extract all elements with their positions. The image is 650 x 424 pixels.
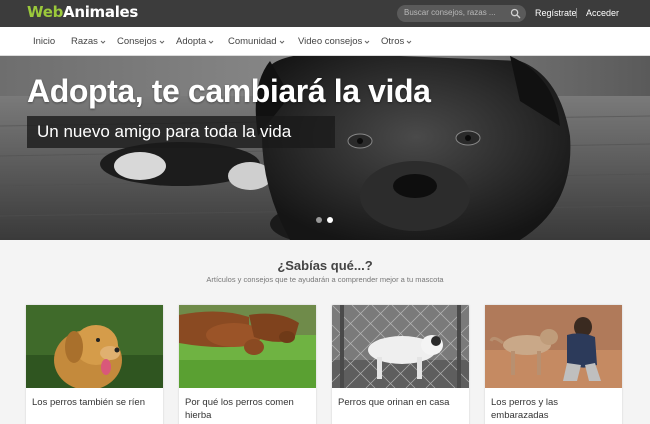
carousel-dots: [316, 217, 333, 223]
nav-label: Otros: [381, 36, 405, 47]
nav-item-consejos[interactable]: Consejos: [117, 36, 165, 47]
hero-title: Adopta, te cambiará la vida: [27, 73, 431, 109]
hero-subtitle: Un nuevo amigo para toda la vida: [37, 122, 292, 141]
nav-item-inicio[interactable]: Inicio: [33, 36, 55, 47]
chevron-down-icon: [159, 40, 164, 44]
nav-item-razas[interactable]: Razas: [71, 36, 106, 47]
card-title[interactable]: Los perros y las embarazadas: [491, 397, 617, 422]
main-nav: Inicio Razas Consejos Adopta Comunidad V…: [0, 27, 650, 56]
card-image-dog-pregnant-woman[interactable]: [485, 305, 622, 388]
carousel-dot-1[interactable]: [316, 217, 322, 223]
article-card[interactable]: Por qué los perros comen hierba: [179, 305, 316, 424]
chevron-down-icon: [364, 40, 370, 44]
register-link[interactable]: Regístrate: [535, 8, 577, 18]
article-card[interactable]: Perros que orinan en casa: [332, 305, 469, 424]
card-image-dogs-eating-grass[interactable]: [179, 305, 316, 388]
search-placeholder: Buscar consejos, razas ...: [404, 8, 496, 17]
chevron-down-icon: [100, 40, 106, 44]
hero-subtitle-box: Un nuevo amigo para toda la vida: [27, 116, 335, 148]
logo-animales-text: Animales: [63, 3, 139, 21]
nav-label: Video consejos: [298, 36, 363, 47]
article-card[interactable]: Los perros y las embarazadas: [485, 305, 622, 424]
nav-item-comunidad[interactable]: Comunidad: [228, 36, 285, 47]
top-bar: WebAnimales Buscar consejos, razas ... R…: [0, 0, 650, 27]
chevron-down-icon: [406, 40, 412, 44]
article-card[interactable]: Los perros también se ríen: [26, 305, 163, 424]
card-title[interactable]: Perros que orinan en casa: [338, 397, 464, 410]
search-icon[interactable]: [510, 8, 521, 19]
section-subtitle: Artículos y consejos que te ayudarán a c…: [206, 275, 444, 284]
search-input[interactable]: Buscar consejos, razas ...: [397, 5, 526, 22]
chevron-down-icon: [279, 40, 284, 44]
nav-label: Adopta: [176, 36, 207, 47]
logo-web-text: Web: [27, 3, 64, 21]
nav-label: Razas: [71, 36, 98, 47]
site-logo[interactable]: WebAnimales: [27, 3, 138, 21]
hero-banner[interactable]: Adopta, te cambiará la vida Un nuevo ami…: [0, 56, 650, 240]
section-title: ¿Sabías qué...?: [277, 258, 373, 273]
login-link[interactable]: Acceder: [586, 8, 619, 18]
nav-item-adopta[interactable]: Adopta: [176, 36, 214, 47]
top-divider: [576, 8, 577, 18]
card-image-laughing-dog[interactable]: [26, 305, 163, 388]
chevron-down-icon: [208, 40, 214, 44]
card-image-dog-at-fence[interactable]: [332, 305, 469, 388]
nav-item-video-consejos[interactable]: Video consejos: [298, 36, 370, 47]
card-title[interactable]: Por qué los perros comen hierba: [185, 397, 311, 422]
nav-label: Consejos: [117, 36, 157, 47]
nav-item-otros[interactable]: Otros: [381, 36, 412, 47]
card-title[interactable]: Los perros también se ríen: [32, 397, 158, 410]
nav-label: Comunidad: [228, 36, 277, 47]
carousel-dot-2[interactable]: [327, 217, 333, 223]
nav-label: Inicio: [33, 36, 56, 47]
